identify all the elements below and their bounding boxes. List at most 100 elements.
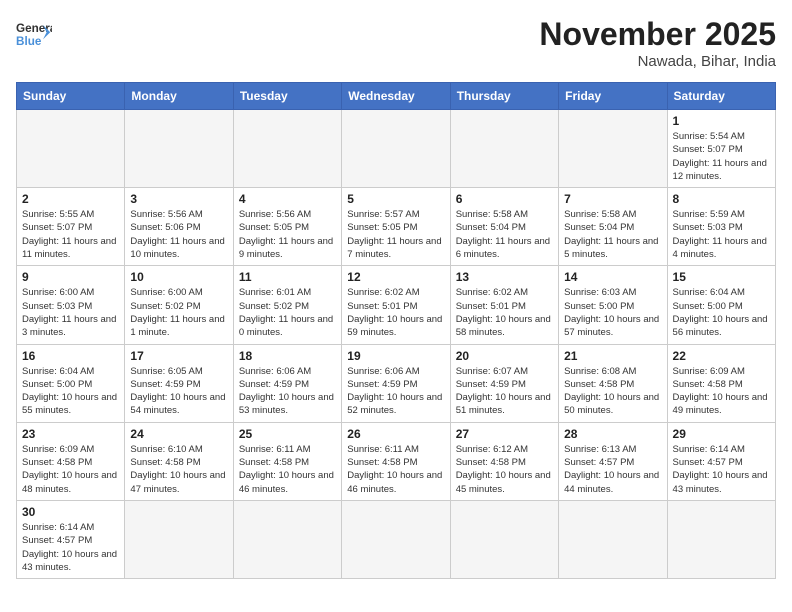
calendar-day-cell: 1 Sunrise: 5:54 AM Sunset: 5:07 PM Daylig… <box>667 110 775 188</box>
day-info: Sunrise: 6:06 AM Sunset: 4:59 PM Dayligh… <box>347 365 444 418</box>
calendar-day-cell: 30 Sunrise: 6:14 AM Sunset: 4:57 PM Dayli… <box>17 500 125 578</box>
day-number: 19 <box>347 349 444 363</box>
calendar-day-cell: 4Sunrise: 5:56 AM Sunset: 5:05 PM Daylig… <box>233 188 341 266</box>
day-number: 6 <box>456 192 553 206</box>
calendar-day-cell <box>125 110 233 188</box>
day-number: 12 <box>347 270 444 284</box>
calendar-day-cell: 25Sunrise: 6:11 AM Sunset: 4:58 PM Dayli… <box>233 422 341 500</box>
location-subtitle: Nawada, Bihar, India <box>539 53 776 70</box>
calendar-day-cell <box>667 500 775 578</box>
day-number: 16 <box>22 349 119 363</box>
calendar-day-cell: 13Sunrise: 6:02 AM Sunset: 5:01 PM Dayli… <box>450 266 558 344</box>
calendar-day-cell: 29Sunrise: 6:14 AM Sunset: 4:57 PM Dayli… <box>667 422 775 500</box>
calendar-day-cell: 10 Sunrise: 6:00 AM Sunset: 5:02 PM Dayli… <box>125 266 233 344</box>
day-info: Sunrise: 5:57 AM Sunset: 5:05 PM Dayligh… <box>347 208 444 261</box>
calendar-day-cell: 9 Sunrise: 6:00 AM Sunset: 5:03 PM Daylig… <box>17 266 125 344</box>
calendar-day-cell: 27 Sunrise: 6:12 AM Sunset: 4:58 PM Dayli… <box>450 422 558 500</box>
logo: General Blue <box>16 16 52 52</box>
calendar-day-cell <box>450 500 558 578</box>
day-number: 26 <box>347 427 444 441</box>
day-info: Sunrise: 6:01 AM Sunset: 5:02 PM Dayligh… <box>239 286 336 339</box>
day-number: 21 <box>564 349 661 363</box>
calendar-day-cell: 17Sunrise: 6:05 AM Sunset: 4:59 PM Dayli… <box>125 344 233 422</box>
calendar-week-row: 2Sunrise: 5:55 AM Sunset: 5:07 PM Daylig… <box>17 188 776 266</box>
calendar-day-cell: 7 Sunrise: 5:58 AM Sunset: 5:04 PM Daylig… <box>559 188 667 266</box>
day-number: 23 <box>22 427 119 441</box>
day-info: Sunrise: 6:02 AM Sunset: 5:01 PM Dayligh… <box>347 286 444 339</box>
calendar-week-row: 9 Sunrise: 6:00 AM Sunset: 5:03 PM Daylig… <box>17 266 776 344</box>
calendar-day-cell: 2Sunrise: 5:55 AM Sunset: 5:07 PM Daylig… <box>17 188 125 266</box>
calendar-day-cell <box>233 500 341 578</box>
calendar-day-cell: 21 Sunrise: 6:08 AM Sunset: 4:58 PM Dayli… <box>559 344 667 422</box>
month-title: November 2025 <box>539 16 776 53</box>
calendar-header-row: Sunday Monday Tuesday Wednesday Thursday… <box>17 83 776 110</box>
day-info: Sunrise: 6:00 AM Sunset: 5:02 PM Dayligh… <box>130 286 227 339</box>
day-number: 10 <box>130 270 227 284</box>
day-number: 17 <box>130 349 227 363</box>
day-number: 14 <box>564 270 661 284</box>
day-info: Sunrise: 6:04 AM Sunset: 5:00 PM Dayligh… <box>673 286 770 339</box>
header-monday: Monday <box>125 83 233 110</box>
day-number: 3 <box>130 192 227 206</box>
page-header: General Blue November 2025 Nawada, Bihar… <box>16 16 776 70</box>
header-thursday: Thursday <box>450 83 558 110</box>
day-number: 18 <box>239 349 336 363</box>
day-info: Sunrise: 6:09 AM Sunset: 4:58 PM Dayligh… <box>673 365 770 418</box>
day-info: Sunrise: 6:10 AM Sunset: 4:58 PM Dayligh… <box>130 443 227 496</box>
calendar-day-cell: 12 Sunrise: 6:02 AM Sunset: 5:01 PM Dayli… <box>342 266 450 344</box>
calendar-day-cell <box>559 110 667 188</box>
day-info: Sunrise: 6:07 AM Sunset: 4:59 PM Dayligh… <box>456 365 553 418</box>
day-info: Sunrise: 6:14 AM Sunset: 4:57 PM Dayligh… <box>22 521 119 574</box>
calendar-day-cell: 15 Sunrise: 6:04 AM Sunset: 5:00 PM Dayli… <box>667 266 775 344</box>
calendar-day-cell: 18Sunrise: 6:06 AM Sunset: 4:59 PM Dayli… <box>233 344 341 422</box>
calendar-day-cell <box>125 500 233 578</box>
calendar-day-cell: 24 Sunrise: 6:10 AM Sunset: 4:58 PM Dayli… <box>125 422 233 500</box>
day-info: Sunrise: 5:56 AM Sunset: 5:05 PM Dayligh… <box>239 208 336 261</box>
day-number: 30 <box>22 505 119 519</box>
calendar-day-cell: 3Sunrise: 5:56 AM Sunset: 5:06 PM Daylig… <box>125 188 233 266</box>
calendar-week-row: 1 Sunrise: 5:54 AM Sunset: 5:07 PM Daylig… <box>17 110 776 188</box>
calendar-day-cell: 23 Sunrise: 6:09 AM Sunset: 4:58 PM Dayli… <box>17 422 125 500</box>
day-info: Sunrise: 5:58 AM Sunset: 5:04 PM Dayligh… <box>564 208 661 261</box>
day-number: 1 <box>673 114 770 128</box>
calendar-week-row: 16 Sunrise: 6:04 AM Sunset: 5:00 PM Dayli… <box>17 344 776 422</box>
calendar-day-cell <box>17 110 125 188</box>
day-number: 8 <box>673 192 770 206</box>
day-number: 15 <box>673 270 770 284</box>
day-info: Sunrise: 6:09 AM Sunset: 4:58 PM Dayligh… <box>22 443 119 496</box>
day-number: 27 <box>456 427 553 441</box>
day-number: 22 <box>673 349 770 363</box>
day-info: Sunrise: 5:54 AM Sunset: 5:07 PM Dayligh… <box>673 130 770 183</box>
header-tuesday: Tuesday <box>233 83 341 110</box>
calendar-day-cell <box>233 110 341 188</box>
calendar-day-cell: 22 Sunrise: 6:09 AM Sunset: 4:58 PM Dayli… <box>667 344 775 422</box>
day-info: Sunrise: 5:55 AM Sunset: 5:07 PM Dayligh… <box>22 208 119 261</box>
day-info: Sunrise: 6:04 AM Sunset: 5:00 PM Dayligh… <box>22 365 119 418</box>
calendar-week-row: 30 Sunrise: 6:14 AM Sunset: 4:57 PM Dayli… <box>17 500 776 578</box>
svg-text:Blue: Blue <box>16 35 42 48</box>
calendar-day-cell <box>559 500 667 578</box>
calendar-day-cell: 16 Sunrise: 6:04 AM Sunset: 5:00 PM Dayli… <box>17 344 125 422</box>
day-info: Sunrise: 6:00 AM Sunset: 5:03 PM Dayligh… <box>22 286 119 339</box>
calendar-day-cell: 5Sunrise: 5:57 AM Sunset: 5:05 PM Daylig… <box>342 188 450 266</box>
calendar-day-cell: 8 Sunrise: 5:59 AM Sunset: 5:03 PM Daylig… <box>667 188 775 266</box>
day-number: 29 <box>673 427 770 441</box>
day-number: 24 <box>130 427 227 441</box>
title-block: November 2025 Nawada, Bihar, India <box>539 16 776 70</box>
day-info: Sunrise: 6:12 AM Sunset: 4:58 PM Dayligh… <box>456 443 553 496</box>
day-info: Sunrise: 6:11 AM Sunset: 4:58 PM Dayligh… <box>239 443 336 496</box>
day-info: Sunrise: 6:08 AM Sunset: 4:58 PM Dayligh… <box>564 365 661 418</box>
calendar-day-cell: 20 Sunrise: 6:07 AM Sunset: 4:59 PM Dayli… <box>450 344 558 422</box>
day-number: 7 <box>564 192 661 206</box>
day-info: Sunrise: 5:59 AM Sunset: 5:03 PM Dayligh… <box>673 208 770 261</box>
day-info: Sunrise: 6:13 AM Sunset: 4:57 PM Dayligh… <box>564 443 661 496</box>
day-number: 20 <box>456 349 553 363</box>
calendar-day-cell: 11 Sunrise: 6:01 AM Sunset: 5:02 PM Dayli… <box>233 266 341 344</box>
day-number: 11 <box>239 270 336 284</box>
day-info: Sunrise: 6:11 AM Sunset: 4:58 PM Dayligh… <box>347 443 444 496</box>
header-friday: Friday <box>559 83 667 110</box>
calendar-day-cell: 28Sunrise: 6:13 AM Sunset: 4:57 PM Dayli… <box>559 422 667 500</box>
day-info: Sunrise: 6:02 AM Sunset: 5:01 PM Dayligh… <box>456 286 553 339</box>
day-number: 9 <box>22 270 119 284</box>
day-info: Sunrise: 5:58 AM Sunset: 5:04 PM Dayligh… <box>456 208 553 261</box>
